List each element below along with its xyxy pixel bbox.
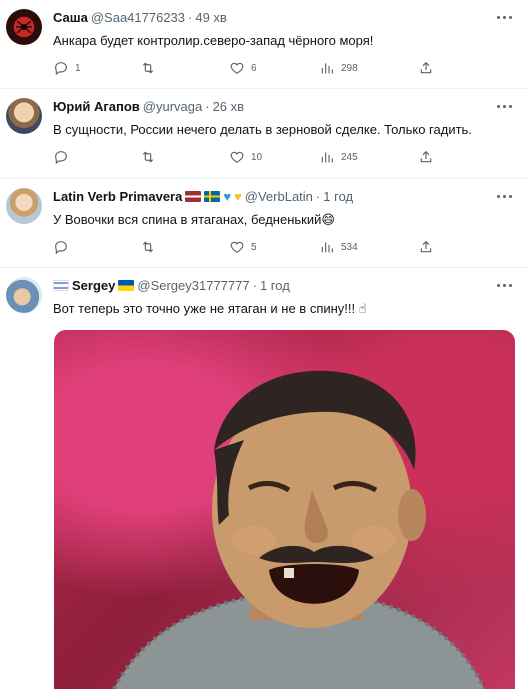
reply-button[interactable] [53,149,75,165]
views-icon [321,242,333,253]
reply-count: 1 [75,62,81,74]
separator: · [205,99,210,114]
like-count: 6 [251,62,257,74]
user-name[interactable]: Саша [53,10,88,25]
avatar[interactable] [6,98,42,134]
tweet-header: Sergey @Sergey31777777 · 1 год [53,278,290,293]
retweet-icon [142,62,154,74]
tweet[interactable]: Sergey @Sergey31777777 · 1 год Вот тепер… [0,268,529,689]
timestamp[interactable]: 1 год [260,278,290,293]
tweet[interactable]: Юрий Агапов @yurvaga · 26 хв В сущности,… [0,89,529,179]
share-button[interactable] [418,60,434,76]
avatar[interactable] [6,188,42,224]
more-options-icon[interactable] [495,12,515,24]
share-icon [420,61,432,74]
tweet-text: Вот теперь это точно уже не ятаган и не … [53,301,367,316]
retweet-icon [142,241,154,253]
user-handle[interactable]: @yurvaga [143,99,202,114]
avatar[interactable] [6,277,42,313]
like-count: 5 [251,241,257,253]
share-icon [420,240,432,253]
timestamp[interactable]: 49 хв [195,10,226,25]
retweet-button[interactable] [140,60,162,76]
like-button[interactable]: 5 [229,239,257,255]
like-button[interactable]: 6 [229,60,257,76]
laughing-man-illustration [112,370,486,689]
like-count: 10 [251,151,263,163]
reply-button[interactable]: 1 [53,60,81,76]
retweet-button[interactable] [140,239,162,255]
tweet-text: В сущности, России нечего делать в зерно… [53,122,472,137]
reply-icon [55,62,67,76]
user-handle[interactable]: @Sergey31777777 [137,278,249,293]
separator: · [188,10,193,25]
user-handle[interactable]: @VerbLatin [245,189,313,204]
views-button[interactable]: 298 [319,60,358,76]
tweet-text: Анкара будет контролир.северо-запад чёрн… [53,33,374,48]
reply-button[interactable] [53,239,75,255]
tweet-text: У Вовочки вся спина в ятаганах, бедненьк… [53,212,335,227]
user-name[interactable]: Sergey [72,278,115,293]
retweet-icon [142,151,154,163]
reply-icon [55,151,67,165]
timestamp[interactable]: 1 год [323,189,353,204]
share-button[interactable] [418,239,434,255]
tweet-actions: 10 245 [53,149,443,167]
more-options-icon[interactable] [495,280,515,292]
user-handle[interactable]: @Saa41776233 [91,10,185,25]
blue-heart-icon: ♥ [223,189,232,204]
tweet-actions: 5 534 [53,239,443,257]
israel-flag-icon [53,280,69,291]
retweet-button[interactable] [140,149,162,165]
more-options-icon[interactable] [495,191,515,203]
separator: · [252,278,257,293]
heart-icon [230,151,244,164]
views-count: 534 [341,241,358,253]
timestamp[interactable]: 26 хв [213,99,244,114]
user-name[interactable]: Юрий Агапов [53,99,140,114]
avatar[interactable] [6,9,42,45]
latvia-flag-icon [185,191,202,202]
views-count: 298 [341,62,358,74]
views-button[interactable]: 534 [319,239,358,255]
tweet-header: Latin Verb Primavera ♥ ♥ @VerbLatin · 1 … [53,189,353,204]
more-options-icon[interactable] [495,101,515,113]
sweden-flag-icon [204,191,221,202]
like-button[interactable]: 10 [229,149,262,165]
spider-icon [16,20,32,34]
ukraine-flag-icon [118,280,135,291]
views-icon [321,152,333,163]
separator: · [315,189,321,204]
yellow-heart-icon: ♥ [234,189,242,204]
tweet-header: Саша @Saa41776233 · 49 хв [53,10,227,25]
heart-icon [230,62,244,75]
share-button[interactable] [418,149,434,165]
tweet-actions: 1 6 298 [53,60,443,78]
share-icon [420,150,432,163]
reply-icon [55,241,67,255]
tweet[interactable]: Саша @Saa41776233 · 49 хв Анкара будет к… [0,0,529,89]
views-button[interactable]: 245 [319,149,358,165]
user-name[interactable]: Latin Verb Primavera [53,189,182,204]
heart-icon [230,241,244,254]
views-icon [321,63,333,74]
tweet-header: Юрий Агапов @yurvaga · 26 хв [53,99,244,114]
tweet[interactable]: Latin Verb Primavera ♥ ♥ @VerbLatin · 1 … [0,179,529,268]
views-count: 245 [341,151,358,163]
tweet-image[interactable] [54,330,515,689]
